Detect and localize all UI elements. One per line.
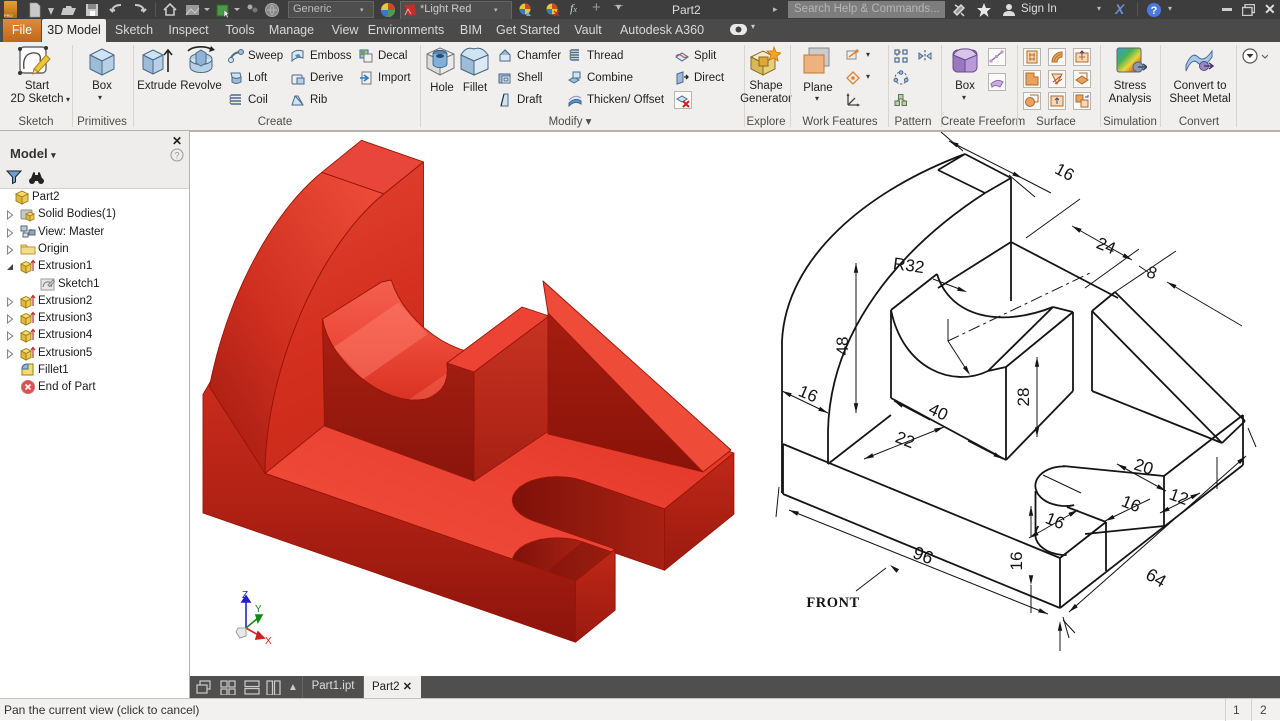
svg-text:Y: Y xyxy=(255,604,262,615)
svg-text:24: 24 xyxy=(1094,234,1119,259)
svg-text:28: 28 xyxy=(1014,388,1033,407)
svg-text:48: 48 xyxy=(833,337,852,356)
svg-text:96: 96 xyxy=(910,542,936,568)
svg-text:Z: Z xyxy=(242,590,248,601)
svg-text:R32: R32 xyxy=(892,254,926,277)
svg-text:12: 12 xyxy=(1167,485,1191,509)
svg-text:22: 22 xyxy=(893,428,918,453)
svg-text:16: 16 xyxy=(1052,159,1078,185)
svg-text:8: 8 xyxy=(1144,262,1159,283)
svg-text:16: 16 xyxy=(796,381,821,406)
svg-text:40: 40 xyxy=(926,399,951,424)
svg-text:64: 64 xyxy=(1142,564,1169,591)
svg-text:16: 16 xyxy=(1043,509,1068,534)
svg-text:FRONT: FRONT xyxy=(806,595,859,611)
svg-text:X: X xyxy=(265,636,272,647)
svg-text:16: 16 xyxy=(1007,552,1026,571)
